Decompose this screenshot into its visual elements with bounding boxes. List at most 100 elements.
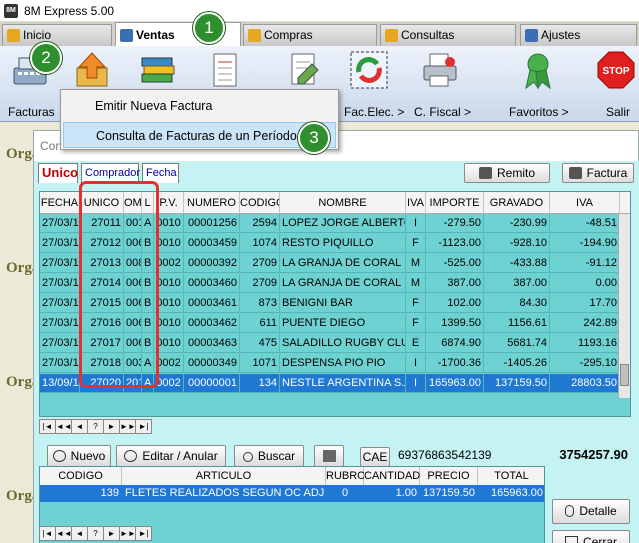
invoices-navigator: |◄ ◄◄ ◄ ? ► ►► ►| (39, 419, 152, 434)
export-icon (322, 450, 336, 462)
nav-help-button[interactable]: ? (88, 420, 104, 433)
detail-col-precio[interactable]: PRECIO (420, 467, 478, 485)
table-cell: -48.51 (550, 214, 620, 233)
fac-elec-button[interactable]: Fac.Elec. > (342, 48, 410, 120)
tab-inicio[interactable]: Inicio (2, 24, 112, 46)
refresh-arrows-icon (350, 51, 388, 89)
table-cell: 2709 (240, 254, 280, 273)
nav-next-button[interactable]: ► (104, 420, 120, 433)
table-cell: 475 (240, 334, 280, 353)
nav-prev-button[interactable]: ◄ (72, 527, 88, 540)
table-cell: 27/03/19 (40, 294, 80, 313)
col-importe[interactable]: IMPORTE (426, 192, 484, 214)
nav-prev-page-button[interactable]: ◄◄ (56, 527, 72, 540)
detail-col-articulo[interactable]: ARTICULO (122, 467, 326, 485)
remito-button[interactable]: Remito (464, 163, 550, 183)
nav-last-button[interactable]: ►| (136, 527, 152, 540)
detail-col-rubro[interactable]: RUBRO (326, 467, 366, 485)
step-badge-2: 2 (30, 42, 62, 74)
menu-emitir-nueva-factura[interactable]: Emitir Nueva Factura (63, 93, 336, 119)
consultas-icon (385, 29, 398, 42)
col-iva-type[interactable]: IVA (406, 192, 426, 214)
edit-document-icon (291, 53, 319, 85)
nav-next-page-button[interactable]: ►► (120, 420, 136, 433)
tab-compras[interactable]: Compras (243, 24, 377, 46)
detail-col-total[interactable]: TOTAL (478, 467, 544, 485)
table-cell: 1156.61 (484, 314, 550, 333)
table-cell: F (406, 314, 426, 333)
tab-fecha[interactable]: Fecha (142, 163, 179, 183)
table-cell: -525.00 (426, 254, 484, 273)
tab-comprador[interactable]: Comprador (81, 163, 140, 183)
buscar-button[interactable]: Buscar (234, 445, 304, 467)
nuevo-button[interactable]: Nuevo (47, 445, 111, 467)
scrollbar-thumb[interactable] (620, 364, 629, 386)
col-nombre[interactable]: NOMBRE (280, 192, 406, 214)
nav-next-page-button[interactable]: ►► (120, 527, 136, 540)
table-cell: 00000349 (184, 354, 240, 373)
col-codigo[interactable]: CODIGO (240, 192, 280, 214)
table-cell: PUENTE DIEGO (280, 314, 406, 333)
stop-sign-text: STOP (602, 66, 629, 77)
table-cell: 1193.16 (550, 334, 620, 353)
table-cell: 1399.50 (426, 314, 484, 333)
col-gravado[interactable]: GRAVADO (484, 192, 550, 214)
cae-button[interactable]: CAE (360, 447, 390, 467)
salir-button[interactable]: STOP Salir (594, 48, 638, 120)
grid-vertical-scrollbar[interactable] (618, 214, 630, 398)
nav-next-button[interactable]: ► (104, 527, 120, 540)
nav-last-button[interactable]: ►| (136, 420, 152, 433)
nav-first-button[interactable]: |◄ (40, 527, 56, 540)
ajustes-icon (525, 29, 538, 42)
table-cell: 00003460 (184, 274, 240, 293)
table-cell: 2594 (240, 214, 280, 233)
favoritos-button[interactable]: Favoritos > (506, 48, 574, 120)
table-cell: F (406, 234, 426, 253)
col-iva[interactable]: IVA (550, 192, 620, 214)
menu-consulta-facturas-periodo[interactable]: Consulta de Facturas de un Período (63, 122, 336, 148)
table-cell: 27/03/19 (40, 314, 80, 333)
notepad-icon (213, 53, 237, 87)
table-cell: LOPEZ JORGE ALBERTO (280, 214, 406, 233)
table-cell: BENIGNI BAR (280, 294, 406, 313)
nav-prev-button[interactable]: ◄ (72, 420, 88, 433)
table-cell: E (406, 334, 426, 353)
detail-col-codigo[interactable]: CODIGO (40, 467, 122, 485)
detail-col-cantidad[interactable]: CANTIDAD (364, 467, 420, 485)
col-fecha[interactable]: FECHA (40, 192, 80, 214)
col-numero[interactable]: NUMERO (184, 192, 240, 214)
factura-button[interactable]: Factura (562, 163, 634, 183)
table-cell: -295.10 (550, 354, 620, 373)
c-fiscal-button[interactable]: C. Fiscal > (412, 48, 480, 120)
cae-value: 69376863542139 (394, 445, 544, 467)
table-cell: F (406, 294, 426, 313)
stop-sign-icon: STOP (597, 51, 635, 89)
editar-anular-button[interactable]: Editar / Anular (116, 445, 226, 467)
paperclip-icon (565, 505, 575, 517)
tab-ajustes[interactable]: Ajustes (520, 24, 637, 46)
table-cell: 27/03/19 (40, 214, 80, 233)
export-button[interactable] (314, 445, 344, 467)
table-cell: I (406, 374, 426, 393)
plus-circle-icon (52, 450, 66, 462)
tab-unico[interactable]: Unico (38, 163, 78, 183)
table-cell: LA GRANJA DE CORAL (280, 254, 406, 273)
facturas-context-menu: Emitir Nueva Factura Consulta de Factura… (60, 89, 339, 150)
table-cell: -1123.00 (426, 234, 484, 253)
nav-help-button[interactable]: ? (88, 527, 104, 540)
detail-row[interactable]: 139 FLETES REALIZADOS SEGUN OC ADJ 0 1.0… (40, 485, 544, 502)
table-cell: 134 (240, 374, 280, 393)
cerrar-button[interactable]: Cerrar (552, 530, 630, 543)
nav-prev-page-button[interactable]: ◄◄ (56, 420, 72, 433)
tab-consultas[interactable]: Consultas (380, 24, 516, 46)
table-cell: 387.00 (426, 274, 484, 293)
detalle-button[interactable]: Detalle (552, 499, 630, 524)
table-cell: 28803.50 (550, 374, 620, 393)
table-cell: -1405.26 (484, 354, 550, 373)
printer-icon (478, 167, 492, 179)
table-cell: I (406, 214, 426, 233)
table-cell: 27/03/19 (40, 254, 80, 273)
table-cell: -279.50 (426, 214, 484, 233)
nav-first-button[interactable]: |◄ (40, 420, 56, 433)
compras-icon (248, 29, 261, 42)
